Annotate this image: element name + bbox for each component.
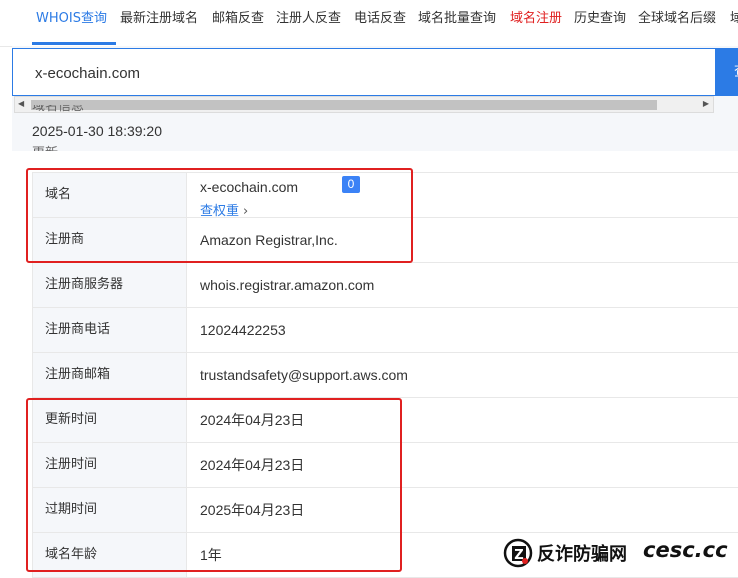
registrar-phone-value: 12024422253 (200, 322, 286, 338)
row-label-domain: 域名 (32, 173, 187, 217)
row-label-updated-date: 更新时间 (32, 398, 187, 442)
tab-latest-registered[interactable]: 最新注册域名 (120, 8, 198, 30)
scroll-left-icon[interactable]: ◀ (18, 99, 24, 108)
tab-batch-query[interactable]: 域名批量查询 (418, 8, 496, 30)
registrar-email-value: trustandsafety@support.aws.com (200, 367, 408, 383)
table-row-registrar-server: 注册商服务器 whois.registrar.amazon.com (32, 263, 738, 308)
horizontal-scrollbar[interactable]: ◀ ▶ (14, 96, 714, 113)
watermark-text-cn: 反诈防骗网 (537, 544, 627, 565)
section-label: 域名信息 (32, 105, 85, 114)
updated-date-value: 2024年04月23日 (200, 412, 305, 428)
row-label-registrar-phone: 注册商电话 (32, 308, 187, 352)
scrollbar-thumb[interactable] (31, 100, 657, 110)
row-label-domain-age: 域名年龄 (32, 533, 187, 577)
tab-global-suffix[interactable]: 全球域名后缀 (638, 8, 716, 30)
row-label-registrar-email: 注册商邮箱 (32, 353, 187, 397)
table-row-registrar-phone: 注册商电话 12024422253 (32, 308, 738, 353)
top-nav: WHOIS查询 最新注册域名 邮箱反查 注册人反查 电话反查 域名批量查询 域名… (0, 0, 738, 47)
refresh-row[interactable]: 更新 (32, 145, 58, 151)
chevron-right-icon: › (243, 204, 249, 219)
table-row-registrar: 注册商 Amazon Registrar,Inc. (32, 218, 738, 263)
row-label-created-date: 注册时间 (32, 443, 187, 487)
registrar-value: Amazon Registrar,Inc. (200, 232, 338, 248)
active-tab-indicator (32, 42, 116, 45)
update-timestamp: 2025-01-30 18:39:20 (32, 123, 162, 139)
row-label-registrar-server: 注册商服务器 (32, 263, 187, 307)
watermark-logo-icon: Z (503, 538, 533, 568)
search-button[interactable]: 查 (716, 48, 738, 96)
row-label-expiry-date: 过期时间 (32, 488, 187, 532)
table-row-domain: 域名 x-ecochain.com 0 查权重 › (32, 173, 738, 219)
domain-age-value: 1年 (200, 547, 222, 563)
refresh-label[interactable]: 更新 (32, 146, 58, 151)
table-row-expiry-date: 过期时间 2025年04月23日 (32, 488, 738, 533)
table-row-updated-date: 更新时间 2024年04月23日 (32, 398, 738, 443)
table-row-registrar-email: 注册商邮箱 trustandsafety@support.aws.com (32, 353, 738, 398)
table-row-created-date: 注册时间 2024年04月23日 (32, 443, 738, 488)
expiry-date-value: 2025年04月23日 (200, 502, 305, 518)
tab-domain-register[interactable]: 域名注册 (510, 8, 562, 30)
domain-search-input[interactable] (35, 62, 635, 84)
check-weight-link[interactable]: 查权重 › (200, 200, 248, 219)
check-weight-label[interactable]: 查权重 (200, 204, 239, 219)
weight-badge: 0 (342, 176, 360, 193)
scroll-right-icon[interactable]: ▶ (703, 99, 709, 108)
search-box[interactable] (12, 48, 716, 96)
table-row-domain-age: 域名年龄 1年 (32, 533, 738, 578)
tab-email-reverse[interactable]: 邮箱反查 (212, 8, 264, 30)
tab-overflow[interactable]: 域 (730, 8, 738, 30)
watermark-text-en: cesc.cc (643, 538, 728, 562)
tab-history-query[interactable]: 历史查询 (574, 8, 626, 30)
whois-info-table: 域名 x-ecochain.com 0 查权重 › 注册商 Amazon Regi… (32, 172, 738, 578)
domain-value: x-ecochain.com (200, 179, 299, 195)
created-date-value: 2024年04月23日 (200, 457, 305, 473)
row-label-registrar: 注册商 (32, 218, 187, 262)
registrar-server-value: whois.registrar.amazon.com (200, 277, 375, 293)
tab-whois-query[interactable]: WHOIS查询 (36, 8, 107, 30)
tab-phone-reverse[interactable]: 电话反查 (354, 8, 406, 30)
tab-registrant-reverse[interactable]: 注册人反查 (276, 8, 341, 30)
